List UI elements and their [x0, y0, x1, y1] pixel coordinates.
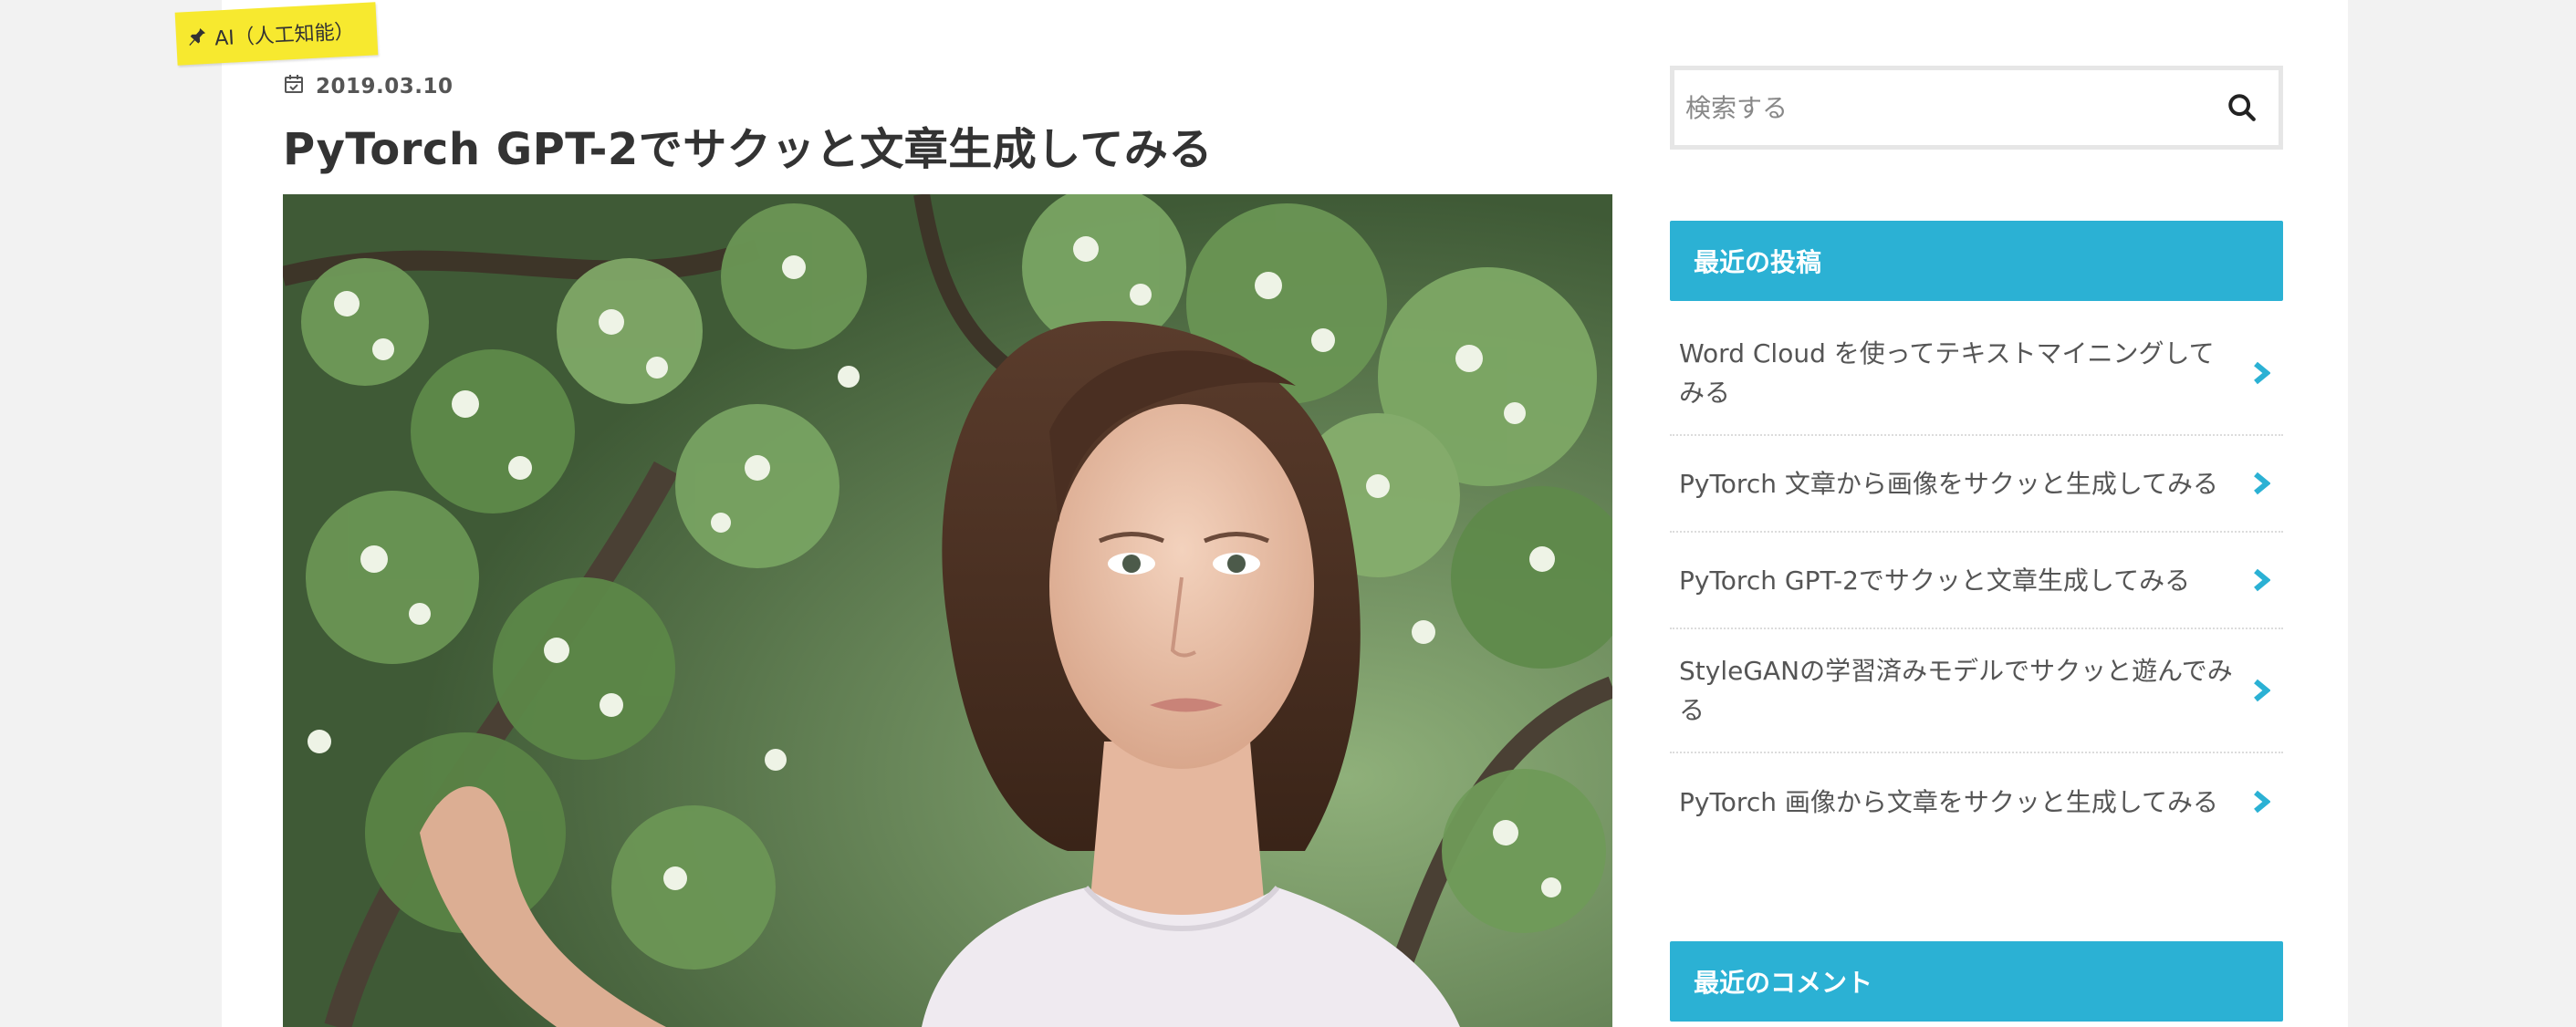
recent-post-item[interactable]: PyTorch GPT-2でサクッと文章生成してみる — [1670, 533, 2283, 629]
category-tag-label: AI（人工知能） — [214, 20, 356, 51]
post-date-text: 2019.03.10 — [316, 75, 454, 99]
recent-post-item[interactable]: StyleGANの学習済みモデルでサクッと遊んでみる — [1670, 629, 2283, 753]
search-box — [1670, 66, 2283, 150]
recent-post-label: Word Cloud を使ってテキストマイニングしてみる — [1679, 338, 2215, 408]
calendar-check-icon — [283, 73, 305, 100]
category-tag[interactable]: AI（人工知能） — [174, 2, 379, 66]
post-date: 2019.03.10 — [283, 73, 454, 100]
post-title: PyTorch GPT-2でサクッと文章生成してみる — [283, 124, 1213, 175]
recent-post-item[interactable]: Word Cloud を使ってテキストマイニングしてみる — [1670, 312, 2283, 436]
chevron-right-icon — [2254, 361, 2270, 385]
chevron-right-icon — [2254, 472, 2270, 495]
recent-comments-title: 最近のコメント — [1670, 941, 2283, 1022]
search-button[interactable] — [2206, 70, 2279, 145]
recent-post-label: PyTorch 文章から画像をサクッと生成してみる — [1679, 468, 2219, 499]
chevron-right-icon — [2254, 790, 2270, 814]
chevron-right-icon — [2254, 568, 2270, 592]
hero-image — [283, 194, 1612, 1027]
recent-posts-title: 最近の投稿 — [1670, 221, 2283, 301]
search-icon — [2228, 94, 2256, 121]
recent-post-label: StyleGANの学習済みモデルでサクッと遊んでみる — [1679, 656, 2233, 725]
recent-post-label: PyTorch GPT-2でサクッと文章生成してみる — [1679, 565, 2191, 596]
recent-post-label: PyTorch 画像から文章をサクッと生成してみる — [1679, 786, 2219, 817]
recent-post-item[interactable]: PyTorch 文章から画像をサクッと生成してみる — [1670, 436, 2283, 533]
recent-posts-list: Word Cloud を使ってテキストマイニングしてみる PyTorch 文章か… — [1670, 312, 2283, 850]
pin-icon — [186, 25, 207, 51]
search-input[interactable] — [1674, 70, 2206, 145]
chevron-right-icon — [2254, 679, 2270, 702]
recent-post-item[interactable]: PyTorch 画像から文章をサクッと生成してみる — [1670, 753, 2283, 850]
